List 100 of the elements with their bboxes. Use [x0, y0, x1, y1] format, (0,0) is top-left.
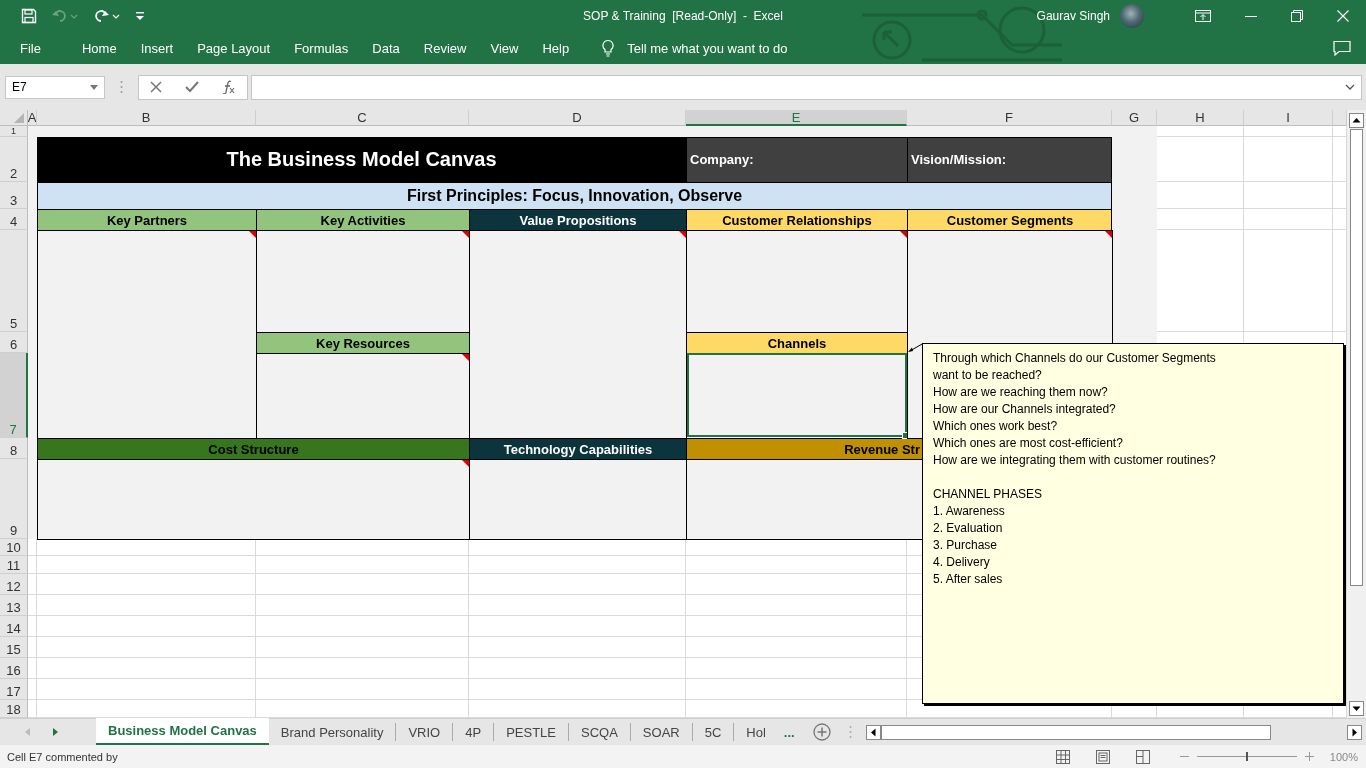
sheet-tab[interactable]: Brand Personality — [268, 723, 397, 741]
grid-cell[interactable] — [1333, 230, 1347, 332]
tell-me-field[interactable]: Tell me what you want to do — [601, 39, 798, 57]
check-icon[interactable] — [185, 81, 199, 93]
block-cell[interactable] — [469, 459, 687, 540]
sheet-tab[interactable]: PESTLE — [494, 723, 569, 741]
grid-cell[interactable] — [686, 658, 907, 679]
column-header[interactable]: H — [1157, 110, 1244, 126]
row-header[interactable]: 9 — [0, 459, 28, 539]
grid-cell[interactable] — [1157, 126, 1244, 137]
slider-thumb[interactable] — [1245, 752, 1248, 761]
name-box[interactable]: E7 — [5, 75, 105, 99]
column-header[interactable]: G — [1112, 110, 1157, 126]
row-header[interactable]: 16 — [0, 658, 28, 679]
grid-cell[interactable] — [28, 595, 37, 616]
grid-cell[interactable] — [37, 679, 256, 700]
ribbon-tab[interactable]: Data — [360, 40, 412, 56]
column-header[interactable]: C — [256, 110, 469, 126]
block-cell[interactable] — [256, 230, 470, 333]
grid-cell[interactable] — [469, 700, 686, 718]
grid-cell[interactable] — [1244, 182, 1333, 209]
grid-cell[interactable] — [1244, 209, 1333, 230]
grid-cell[interactable] — [1333, 126, 1347, 137]
sheet-tab[interactable]: VRIO — [396, 723, 454, 741]
previous-sheet-icon[interactable] — [25, 728, 31, 736]
grid-cell[interactable] — [28, 556, 37, 574]
normal-view-icon[interactable] — [1055, 749, 1070, 764]
grid-cell[interactable] — [37, 658, 256, 679]
grid-cell[interactable] — [28, 679, 37, 700]
grid-cell[interactable] — [469, 616, 686, 637]
row-header[interactable]: 15 — [0, 637, 28, 658]
grid-cell[interactable] — [256, 595, 469, 616]
grid-cell[interactable] — [37, 700, 256, 718]
block-cell[interactable] — [37, 230, 257, 439]
row-header[interactable]: 8 — [0, 438, 28, 459]
grid-cell[interactable] — [1157, 182, 1244, 209]
grid-cell[interactable] — [37, 616, 256, 637]
row-header[interactable]: 14 — [0, 616, 28, 637]
grid-cell[interactable] — [256, 574, 469, 595]
ribbon-tab[interactable]: View — [478, 40, 531, 56]
avatar-icon[interactable] — [1120, 4, 1144, 28]
more-tabs-button[interactable]: ... — [777, 719, 801, 745]
grid-cell[interactable] — [686, 556, 907, 574]
grid-cell[interactable] — [256, 658, 469, 679]
grid-cell[interactable] — [37, 556, 256, 574]
grid-cell[interactable] — [469, 637, 686, 658]
cancel-icon[interactable] — [150, 81, 163, 93]
function-icon[interactable] — [221, 80, 236, 94]
column-header[interactable]: D — [469, 110, 686, 126]
grid-cell[interactable] — [686, 637, 907, 658]
grid-cell[interactable] — [37, 595, 256, 616]
row-header[interactable]: 10 — [0, 539, 28, 556]
column-header[interactable]: B — [37, 110, 256, 126]
grid-cell[interactable] — [256, 556, 469, 574]
grid-cell[interactable] — [28, 616, 37, 637]
grid-cell[interactable] — [1244, 137, 1333, 182]
column-header[interactable]: F — [907, 110, 1112, 126]
grid-cell[interactable] — [469, 679, 686, 700]
block-cell[interactable] — [37, 459, 470, 540]
grid-cell[interactable] — [469, 595, 686, 616]
sheet-tab[interactable]: SCQA — [569, 723, 631, 741]
comments-icon[interactable] — [1333, 40, 1351, 56]
row-header[interactable]: 4 — [0, 209, 28, 230]
sheet-tab[interactable]: SOAR — [630, 723, 693, 741]
ribbon-tab[interactable]: Review — [411, 40, 479, 56]
grid-cell[interactable] — [469, 574, 686, 595]
ribbon-tab[interactable]: Insert — [128, 40, 186, 56]
grid-cell[interactable] — [256, 679, 469, 700]
scroll-left-icon[interactable] — [865, 724, 881, 740]
column-header[interactable]: I — [1244, 110, 1333, 126]
grid-cell[interactable] — [686, 574, 907, 595]
grid-cell[interactable] — [28, 658, 37, 679]
ribbon-tab[interactable]: Page Layout — [185, 40, 283, 56]
row-header[interactable]: 1 — [0, 126, 28, 137]
column-header[interactable]: E — [686, 110, 907, 126]
sheet-tab[interactable]: Business Model Canvas — [96, 718, 269, 745]
row-header[interactable]: 3 — [0, 182, 28, 209]
grid-cell[interactable] — [256, 637, 469, 658]
grid-cell[interactable] — [686, 616, 907, 637]
page-layout-icon[interactable] — [1095, 749, 1110, 764]
grid-cell[interactable] — [28, 637, 37, 658]
scrollbar-thumb[interactable] — [880, 724, 1271, 740]
grid-cell[interactable] — [1157, 137, 1244, 182]
grid-cell[interactable] — [28, 574, 37, 595]
grid-cell[interactable] — [1157, 209, 1244, 230]
grid-cell[interactable] — [37, 574, 256, 595]
grid-cell[interactable] — [256, 616, 469, 637]
next-sheet-icon[interactable] — [53, 728, 59, 736]
drag-handle-icon[interactable] — [848, 725, 852, 739]
formula-input[interactable] — [251, 74, 1362, 100]
block-cell[interactable] — [256, 353, 470, 439]
customize-icon[interactable] — [135, 10, 145, 22]
grid-cell[interactable] — [28, 539, 37, 556]
scroll-up-icon[interactable] — [1349, 113, 1364, 128]
scroll-down-icon[interactable] — [1349, 701, 1364, 716]
ribbon-tab[interactable]: Help — [530, 40, 582, 56]
grid-cell[interactable] — [28, 700, 37, 718]
redo-icon[interactable] — [93, 8, 121, 24]
sheet-tab[interactable]: Hol — [734, 723, 778, 741]
scroll-right-icon[interactable] — [1347, 724, 1362, 740]
